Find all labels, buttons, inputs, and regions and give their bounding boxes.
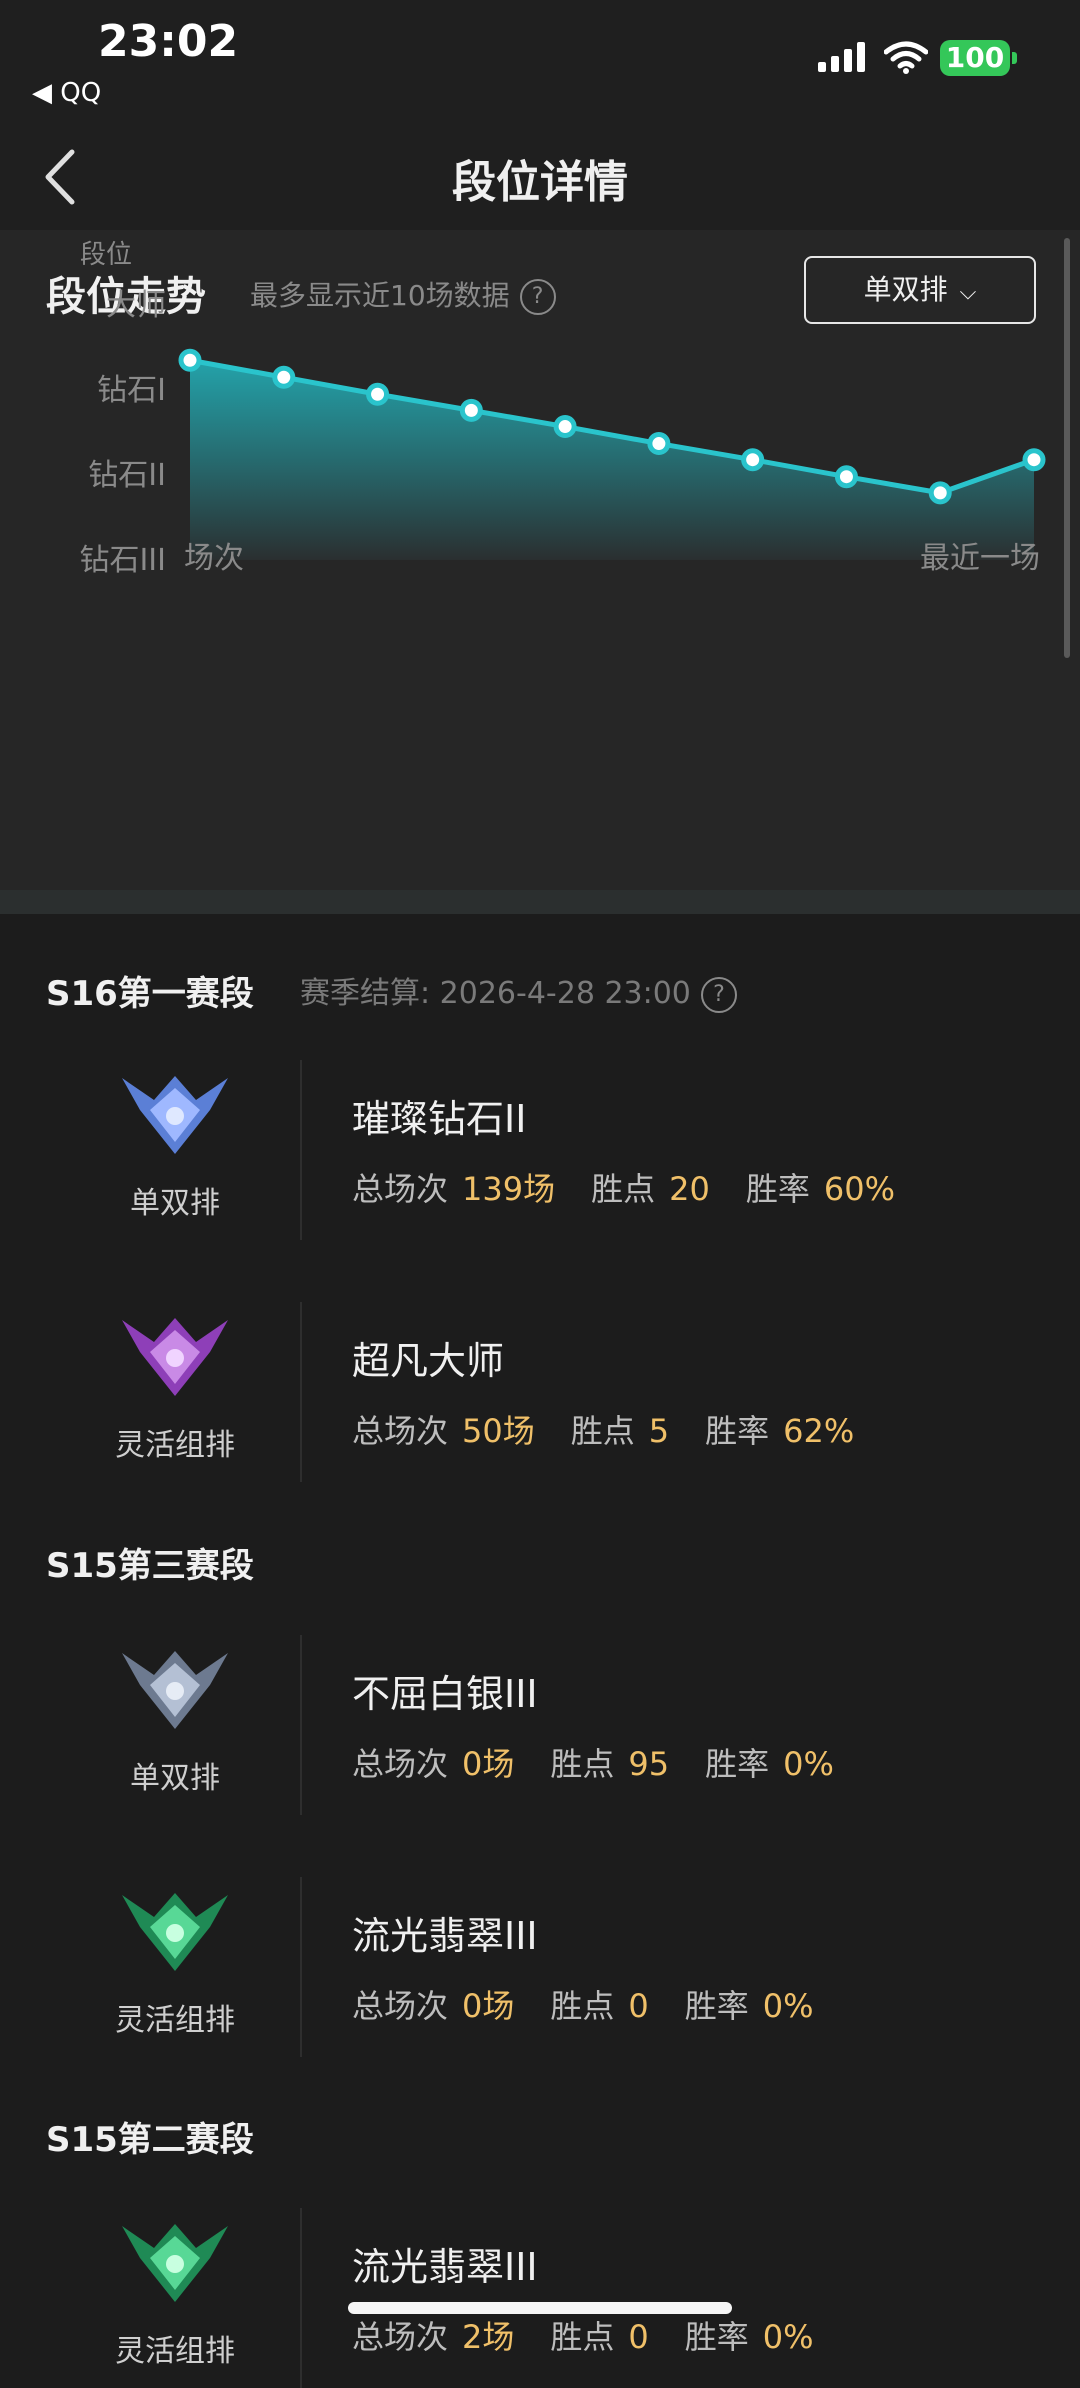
chart-data-point xyxy=(178,348,202,372)
season-settlement-text: 赛季结算: 2026-4-28 23:00 xyxy=(300,976,691,1011)
queue-label: 灵活组排 xyxy=(115,2334,235,2369)
total-games-value: 50场 xyxy=(462,1412,535,1450)
rank-stats: 总场次 0场 胜点 95 胜率 0% xyxy=(352,1739,870,1785)
master-emblem-icon xyxy=(122,1318,228,1396)
rank-row[interactable]: 灵活组排 流光翡翠III 总场次 2场 胜点 0 胜率 0% xyxy=(0,2208,1080,2388)
page-title: 段位详情 xyxy=(452,157,628,208)
total-games-label: 总场次 xyxy=(352,1412,449,1450)
chart-area-fill xyxy=(190,360,1034,560)
chart-data-point xyxy=(459,398,483,422)
total-games-label: 总场次 xyxy=(352,1987,449,2025)
chart-data-point xyxy=(741,448,765,472)
win-rate-value: 62% xyxy=(783,1412,855,1450)
chart-x-label-start: 场次 xyxy=(184,541,244,576)
rank-name: 超凡大师 xyxy=(352,1339,505,1383)
lp-value: 0 xyxy=(628,2318,649,2356)
win-rate-label: 胜率 xyxy=(684,1987,749,2025)
rank-name: 璀璨钻石II xyxy=(352,1097,527,1141)
total-games-value: 2场 xyxy=(462,2318,515,2356)
row-divider xyxy=(300,2208,302,2388)
queue-label: 单双排 xyxy=(130,1186,220,1221)
win-rate-label: 胜率 xyxy=(705,1745,770,1783)
season-title: S16第一赛段 xyxy=(46,974,254,1014)
emerald-emblem-icon xyxy=(122,2224,228,2302)
navigation-bar: 段位详情 xyxy=(0,120,1080,230)
chart-data-point xyxy=(553,415,577,439)
lp-label: 胜点 xyxy=(550,2318,615,2356)
lp-value: 0 xyxy=(628,1987,649,2025)
rank-stats: 总场次 139场 胜点 20 胜率 60% xyxy=(352,1164,931,1210)
rank-row[interactable]: 灵活组排 流光翡翠III 总场次 0场 胜点 0 胜率 0% xyxy=(0,1877,1080,2057)
silver-emblem-icon xyxy=(122,1651,228,1729)
win-rate-value: 0% xyxy=(783,1745,834,1783)
wifi-icon xyxy=(884,41,928,74)
total-games-label: 总场次 xyxy=(352,1745,449,1783)
rank-stats: 总场次 0场 胜点 0 胜率 0% xyxy=(352,1981,850,2027)
status-time: 23:02 xyxy=(98,16,239,67)
diamond-emblem-icon xyxy=(122,1076,228,1154)
chart-data-point xyxy=(272,365,296,389)
chart-y-tick-label: 大师 xyxy=(106,288,166,323)
queue-label: 单双排 xyxy=(130,1761,220,1796)
win-rate-label: 胜率 xyxy=(705,1412,770,1450)
chart-y-tick-label: 钻石II xyxy=(88,458,166,493)
win-rate-label: 胜率 xyxy=(684,2318,749,2356)
chart-data-point xyxy=(647,432,671,456)
row-divider xyxy=(300,1635,302,1815)
back-to-app-link[interactable]: ◀ QQ xyxy=(32,78,101,108)
queue-label: 灵活组排 xyxy=(115,2003,235,2038)
scrollbar[interactable] xyxy=(1064,238,1070,658)
rank-trend-chart: 段位 大师钻石I 钻石II 钻石III 场次 最近一场 xyxy=(79,240,1046,578)
chart-data-point xyxy=(928,481,952,505)
lp-label: 胜点 xyxy=(550,1987,615,2025)
chart-data-point xyxy=(366,382,390,406)
lp-value: 5 xyxy=(648,1412,670,1450)
lp-label: 胜点 xyxy=(550,1745,615,1783)
emerald-emblem-icon xyxy=(122,1893,228,1971)
cellular-signal-icon xyxy=(818,42,865,72)
rank-name: 不屈白银III xyxy=(352,1672,538,1716)
rank-stats: 总场次 2场 胜点 0 胜率 0% xyxy=(352,2312,850,2358)
chart-y-tick-label: 钻石I xyxy=(97,373,166,408)
total-games-label: 总场次 xyxy=(352,1170,449,1208)
row-divider xyxy=(300,1060,302,1240)
rank-name: 流光翡翠III xyxy=(352,1914,538,1958)
win-rate-label: 胜率 xyxy=(745,1170,810,1208)
lp-label: 胜点 xyxy=(570,1412,635,1450)
rank-stats: 总场次 50场 胜点 5 胜率 62% xyxy=(352,1406,890,1452)
season-title: S15第二赛段 xyxy=(46,2120,254,2160)
total-games-label: 总场次 xyxy=(352,2318,449,2356)
chart-data-point xyxy=(834,465,858,489)
help-icon[interactable]: ? xyxy=(700,976,737,1013)
win-rate-value: 0% xyxy=(762,2318,814,2356)
row-divider xyxy=(300,1302,302,1482)
win-rate-value: 0% xyxy=(762,1987,814,2025)
rank-row[interactable]: 单双排 不屈白银III 总场次 0场 胜点 95 胜率 0% xyxy=(0,1635,1080,1815)
chart-y-tick-label: 钻石III xyxy=(79,543,166,578)
rank-row[interactable]: 灵活组排 超凡大师 总场次 50场 胜点 5 胜率 62% xyxy=(0,1302,1080,1482)
total-games-value: 0场 xyxy=(462,1745,515,1783)
status-bar: 23:02 ◀ QQ 100 xyxy=(0,0,1080,120)
lp-label: 胜点 xyxy=(591,1170,656,1208)
rank-name: 流光翡翠III xyxy=(352,2245,538,2289)
season-title: S15第三赛段 xyxy=(46,1546,254,1586)
battery-tip xyxy=(1012,52,1017,64)
lp-value: 95 xyxy=(628,1745,670,1783)
lp-value: 20 xyxy=(669,1170,710,1208)
total-games-value: 139场 xyxy=(462,1170,556,1208)
queue-label: 灵活组排 xyxy=(115,1428,235,1463)
home-indicator[interactable] xyxy=(348,2302,732,2314)
win-rate-value: 60% xyxy=(823,1170,895,1208)
row-divider xyxy=(300,1877,302,2057)
rank-trend-card: 段位走势 最多显示近10场数据? 单双排 ⌵ 段位 大师 钻石I 钻石II 钻石III … xyxy=(0,230,1080,890)
total-games-value: 0场 xyxy=(462,1987,515,2025)
chart-y-axis-label: 段位 xyxy=(80,240,132,270)
rank-row[interactable]: 单双排 璀璨钻石II 总场次 139场 胜点 20 胜率 60% xyxy=(0,1060,1080,1240)
chart-x-label-end: 最近一场 xyxy=(920,541,1040,576)
section-divider xyxy=(0,890,1080,914)
season-settlement-note: 赛季结算: 2026-4-28 23:00? xyxy=(300,968,737,1013)
battery-indicator: 100 xyxy=(940,40,1010,76)
chart-data-point xyxy=(1022,448,1046,472)
